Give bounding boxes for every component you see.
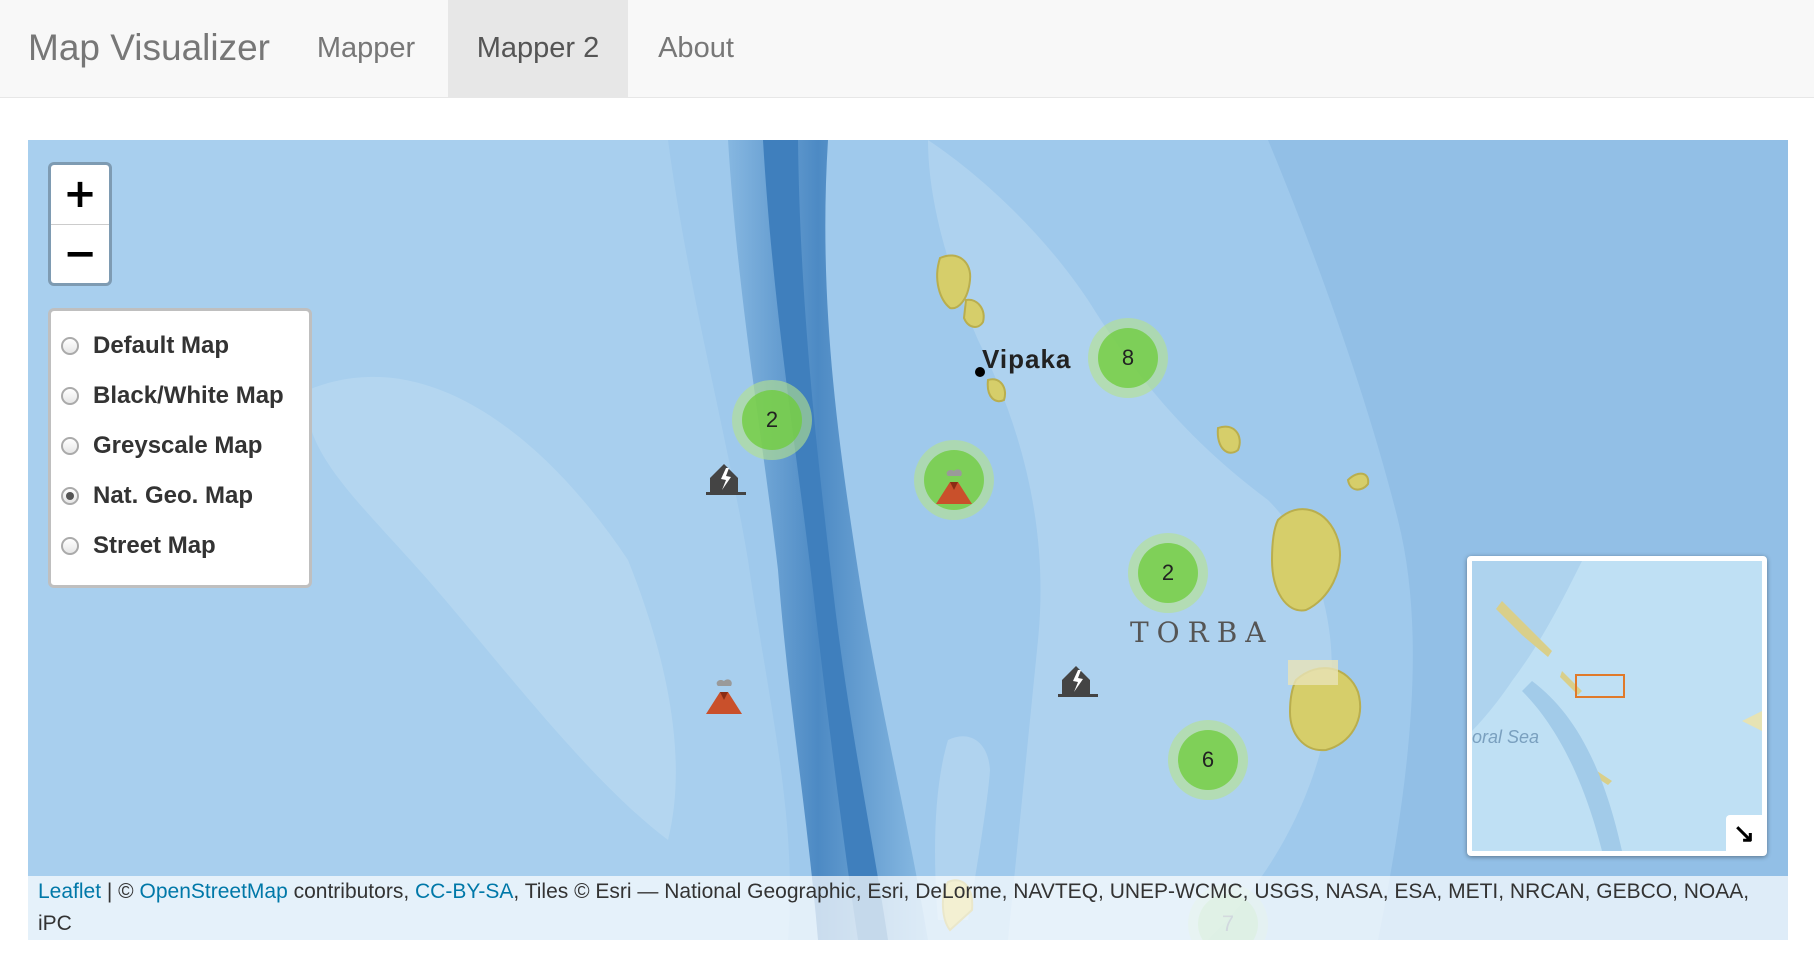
layer-option-black-white[interactable]: Black/White Map: [51, 371, 309, 421]
layer-option-nat-geo[interactable]: Nat. Geo. Map: [51, 471, 309, 521]
marker-cluster[interactable]: 2: [732, 380, 812, 460]
cluster-count: 2: [742, 390, 802, 450]
minimap-toggle-button[interactable]: ↘: [1726, 815, 1762, 851]
volcano-icon[interactable]: [704, 676, 744, 721]
attribution-separator: | ©: [101, 880, 140, 903]
nav-about[interactable]: About: [636, 0, 756, 97]
navbar: Map Visualizer Mapper Mapper 2 About: [0, 0, 1814, 98]
layer-label: Black/White Map: [93, 382, 284, 409]
place-label-torba: TORBA: [1130, 616, 1274, 649]
nav-mapper[interactable]: Mapper: [290, 0, 442, 97]
place-label-vipaka: Vipaka: [982, 344, 1072, 374]
layer-radio-selected[interactable]: [61, 487, 79, 505]
leaflet-link[interactable]: Leaflet: [38, 880, 101, 903]
layer-label: Greyscale Map: [93, 432, 263, 459]
layer-radio[interactable]: [61, 437, 79, 455]
earthquake-icon[interactable]: [704, 458, 748, 503]
nav-mapper-2[interactable]: Mapper 2: [448, 0, 628, 97]
earthquake-icon[interactable]: [1056, 660, 1100, 705]
license-link[interactable]: CC-BY-SA: [415, 880, 513, 903]
minimap[interactable]: oral Sea ↘: [1467, 556, 1767, 856]
zoom-out-button[interactable]: −: [51, 225, 109, 284]
cluster-count: 2: [1138, 543, 1198, 603]
layer-option-default[interactable]: Default Map: [51, 321, 309, 371]
layer-label: Street Map: [93, 532, 216, 559]
map-container[interactable]: Vipaka TORBA + − Default Map Black/White…: [28, 140, 1788, 940]
layer-label: Nat. Geo. Map: [93, 482, 254, 509]
zoom-in-button[interactable]: +: [51, 165, 109, 225]
layer-option-street[interactable]: Street Map: [51, 521, 309, 571]
minimap-sea-label: oral Sea: [1472, 727, 1540, 747]
openstreetmap-link[interactable]: OpenStreetMap: [140, 880, 288, 903]
layer-radio[interactable]: [61, 387, 79, 405]
map-attribution: Leaflet | © OpenStreetMap contributors, …: [28, 876, 1788, 940]
attribution-contributors: contributors,: [287, 880, 415, 903]
layer-radio[interactable]: [61, 337, 79, 355]
brand-link[interactable]: Map Visualizer: [28, 0, 270, 98]
cluster-count: 6: [1178, 730, 1238, 790]
cluster-count: 8: [1098, 328, 1158, 388]
minimap-terrain: [1472, 561, 1762, 851]
marker-cluster[interactable]: 2: [1128, 533, 1208, 613]
marker-cluster[interactable]: 8: [1088, 318, 1168, 398]
layer-option-greyscale[interactable]: Greyscale Map: [51, 421, 309, 471]
zoom-control: + −: [48, 162, 112, 286]
layer-label: Default Map: [93, 332, 230, 359]
marker-cluster[interactable]: 6: [1168, 720, 1248, 800]
volcano-icon[interactable]: [934, 466, 974, 511]
layer-switcher: Default Map Black/White Map Greyscale Ma…: [48, 308, 312, 588]
layer-radio[interactable]: [61, 537, 79, 555]
